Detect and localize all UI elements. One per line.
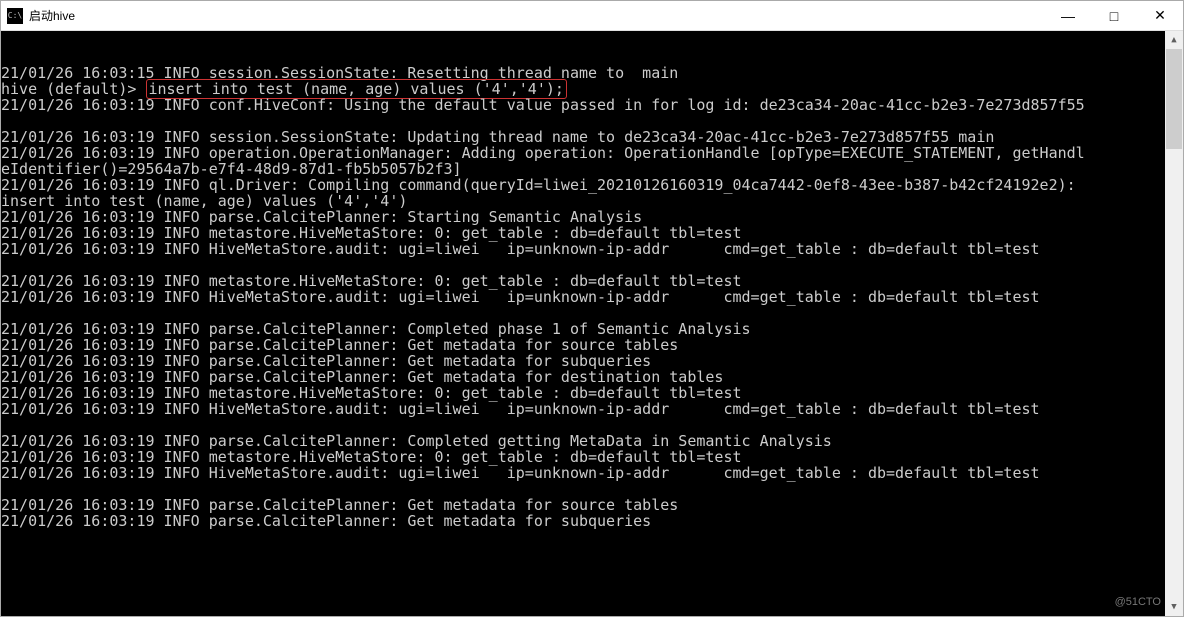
terminal-line: eIdentifier()=29564a7b-e7f4-48d9-87d1-fb…: [1, 161, 1165, 177]
terminal-line: [1, 305, 1165, 321]
terminal-line: 21/01/26 16:03:19 INFO session.SessionSt…: [1, 129, 1165, 145]
terminal-line: 21/01/26 16:03:19 INFO parse.CalcitePlan…: [1, 433, 1165, 449]
terminal-line: 21/01/26 16:03:19 INFO metastore.HiveMet…: [1, 225, 1165, 241]
terminal-line: [1, 257, 1165, 273]
maximize-button[interactable]: □: [1091, 1, 1137, 31]
scroll-up-button[interactable]: ▲: [1165, 31, 1183, 49]
terminal-line: 21/01/26 16:03:19 INFO parse.CalcitePlan…: [1, 209, 1165, 225]
terminal-line: [1, 481, 1165, 497]
terminal-line: [1, 49, 1165, 65]
scroll-down-button[interactable]: ▼: [1165, 598, 1183, 616]
terminal-line: 21/01/26 16:03:19 INFO metastore.HiveMet…: [1, 449, 1165, 465]
terminal-line: [1, 113, 1165, 129]
terminal-line: 21/01/26 16:03:19 INFO parse.CalcitePlan…: [1, 353, 1165, 369]
terminal-line: 21/01/26 16:03:19 INFO parse.CalcitePlan…: [1, 513, 1165, 529]
terminal-line: 21/01/26 16:03:19 INFO parse.CalcitePlan…: [1, 497, 1165, 513]
scroll-thumb[interactable]: [1166, 49, 1182, 149]
terminal-line: 21/01/26 16:03:19 INFO ql.Driver: Compil…: [1, 177, 1165, 193]
close-button[interactable]: ✕: [1137, 1, 1183, 31]
terminal-area[interactable]: 21/01/26 16:03:15 INFO session.SessionSt…: [1, 31, 1183, 616]
terminal-line: 21/01/26 16:03:19 INFO operation.Operati…: [1, 145, 1165, 161]
terminal-line: 21/01/26 16:03:19 INFO metastore.HiveMet…: [1, 385, 1165, 401]
window-title: 启动hive: [29, 7, 1045, 24]
console-window: C:\ 启动hive — □ ✕ 21/01/26 16:03:15 INFO …: [0, 0, 1184, 617]
cmd-icon: C:\: [7, 8, 23, 24]
minimize-button[interactable]: —: [1045, 1, 1091, 31]
terminal-line: 21/01/26 16:03:19 INFO HiveMetaStore.aud…: [1, 401, 1165, 417]
terminal-line: 21/01/26 16:03:19 INFO metastore.HiveMet…: [1, 273, 1165, 289]
vertical-scrollbar[interactable]: ▲ ▼: [1165, 31, 1183, 616]
titlebar[interactable]: C:\ 启动hive — □ ✕: [1, 1, 1183, 31]
terminal-line: [1, 417, 1165, 433]
terminal-line: 21/01/26 16:03:19 INFO HiveMetaStore.aud…: [1, 241, 1165, 257]
terminal-line: 21/01/26 16:03:19 INFO parse.CalcitePlan…: [1, 321, 1165, 337]
terminal-line: 21/01/26 16:03:19 INFO conf.HiveConf: Us…: [1, 97, 1165, 113]
terminal-line: 21/01/26 16:03:19 INFO parse.CalcitePlan…: [1, 337, 1165, 353]
terminal-line: hive (default)> insert into test (name, …: [1, 81, 1165, 97]
watermark-text: @51CTO: [1115, 594, 1161, 610]
terminal-line: 21/01/26 16:03:19 INFO HiveMetaStore.aud…: [1, 289, 1165, 305]
terminal-line: 21/01/26 16:03:19 INFO parse.CalcitePlan…: [1, 369, 1165, 385]
terminal-line: 21/01/26 16:03:19 INFO HiveMetaStore.aud…: [1, 465, 1165, 481]
terminal-line: insert into test (name, age) values ('4'…: [1, 193, 1165, 209]
terminal-output: 21/01/26 16:03:15 INFO session.SessionSt…: [1, 31, 1165, 529]
